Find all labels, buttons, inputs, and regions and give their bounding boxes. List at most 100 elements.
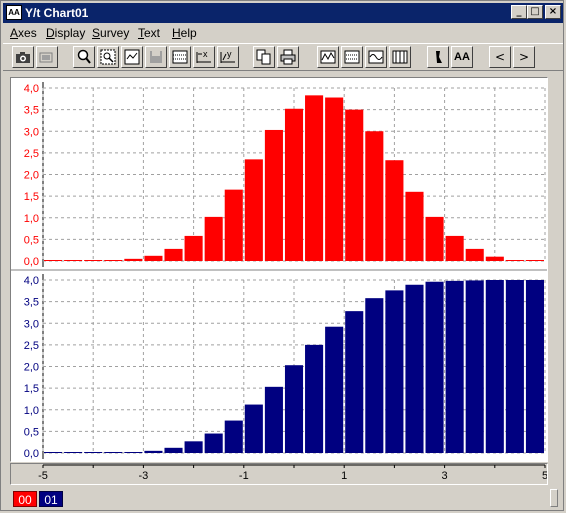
chart-b-button[interactable] — [341, 46, 363, 68]
svg-text:y: y — [227, 49, 232, 59]
x-scale-icon: x — [196, 49, 211, 63]
top-bar — [224, 189, 243, 261]
menu-bar: Axes Display Survey Text Help — [3, 24, 563, 42]
menu-survey[interactable]: Survey — [92, 26, 129, 40]
bottom-y-tick-label: 1,0 — [24, 405, 39, 417]
bottom-bar — [345, 311, 364, 453]
x-tick-label: -5 — [38, 470, 48, 482]
bottom-y-tick-label: 2,5 — [24, 340, 39, 352]
top-bar — [345, 109, 364, 261]
top-y-tick-label: 1,5 — [24, 191, 39, 203]
maximize-button[interactable]: □ — [527, 5, 543, 19]
bottom-bar — [84, 452, 103, 453]
bottom-bar — [284, 365, 304, 453]
bottom-bar — [104, 452, 123, 453]
chart-a-icon — [320, 50, 336, 64]
menu-help[interactable]: Help — [172, 26, 197, 40]
bottom-y-tick-label: 2,0 — [24, 362, 39, 374]
close-button[interactable]: × — [545, 5, 561, 19]
bottom-y-tick-label: 0,5 — [24, 426, 39, 438]
top-bar — [104, 260, 123, 261]
bottom-bar — [44, 452, 63, 453]
top-bar — [445, 235, 464, 261]
top-bar — [325, 97, 344, 261]
bottom-bar — [425, 281, 444, 453]
save-button[interactable] — [145, 46, 167, 68]
top-bar — [284, 108, 304, 261]
top-y-tick-label: 2,5 — [24, 148, 39, 160]
top-bar — [385, 160, 404, 261]
minimize-button[interactable]: _ — [511, 5, 527, 19]
chart-area[interactable]: 0,0 0,5 1,0 1,5 2,0 2,5 3,0 3,5 4,0 0,0 0,5 1,0 1,5 2… — [10, 77, 548, 462]
prev-button[interactable]: < — [489, 46, 511, 68]
print-icon — [280, 49, 296, 65]
x-tick-label: -3 — [139, 470, 149, 482]
zoom-area-icon — [100, 49, 116, 65]
print-button[interactable] — [277, 46, 299, 68]
zoom-fit-icon — [124, 49, 140, 65]
y-scale-button[interactable]: y — [217, 46, 239, 68]
bottom-bar — [64, 452, 83, 453]
top-bar — [144, 255, 163, 261]
bottom-y-tick-label: 3,5 — [24, 297, 39, 309]
app-icon[interactable]: AA — [6, 5, 22, 20]
zoom-button[interactable] — [73, 46, 95, 68]
bottom-y-tick-label: 4,0 — [24, 275, 39, 287]
bottom-bar — [264, 386, 283, 453]
top-y-tick-label: 3,0 — [24, 126, 39, 138]
bottom-bar — [505, 280, 524, 453]
bottom-bar — [244, 404, 263, 453]
x-tick-label: 5 — [542, 470, 547, 482]
toolbar: x y AA < > — [3, 43, 563, 71]
y-scale-icon: y — [220, 49, 235, 63]
chart-d-button[interactable] — [389, 46, 411, 68]
top-y-tick-label: 1,0 — [24, 213, 39, 225]
chart-b-icon — [344, 50, 360, 64]
copy-icon — [256, 49, 271, 65]
menu-text[interactable]: Text — [138, 26, 160, 40]
next-button[interactable]: > — [513, 46, 535, 68]
chart-a-button[interactable] — [317, 46, 339, 68]
channel-01-button[interactable]: 01 — [39, 491, 63, 507]
top-y-tick-label: 4,0 — [24, 83, 39, 95]
bottom-bar — [204, 433, 223, 453]
cursor-button[interactable] — [427, 46, 449, 68]
bottom-y-tick-label: 3,0 — [24, 318, 39, 330]
camera-button[interactable] — [12, 46, 34, 68]
menu-axes[interactable]: Axes — [10, 26, 37, 40]
top-bar — [505, 260, 524, 261]
top-bar — [84, 260, 103, 261]
top-bar — [485, 256, 504, 261]
disk-icon — [150, 51, 162, 63]
svg-text:x: x — [203, 49, 208, 59]
chart-c-button[interactable] — [365, 46, 387, 68]
camera-disabled-button[interactable] — [36, 46, 58, 68]
window-title: Y/t Chart01 — [25, 6, 89, 20]
top-bar — [525, 260, 544, 261]
camera-disabled-icon — [39, 52, 53, 63]
prev-icon: < — [494, 50, 506, 64]
zoom-fit-button[interactable] — [121, 46, 143, 68]
chart-window: AA Y/t Chart01 _ □ × Axes Display Survey… — [0, 0, 564, 511]
x-scale-button[interactable]: x — [193, 46, 215, 68]
title-bar[interactable]: AA Y/t Chart01 _ □ × — [3, 3, 563, 23]
top-bar — [44, 260, 63, 261]
copy-button[interactable] — [253, 46, 275, 68]
bottom-bar — [525, 280, 544, 453]
x-tick-label: -1 — [239, 470, 249, 482]
zoom-icon — [77, 49, 91, 64]
menu-display[interactable]: Display — [46, 26, 85, 40]
x-axis-strip: -5 -3 -1 1 3 5 — [10, 463, 548, 485]
bottom-bar — [465, 280, 484, 453]
top-bar — [64, 260, 83, 261]
grid-button[interactable] — [169, 46, 191, 68]
bottom-y-tick-label: 0,0 — [24, 448, 39, 460]
channel-00-button[interactable]: 00 — [13, 491, 37, 507]
bottom-bar — [445, 280, 464, 453]
status-bar: 00 01 — [10, 489, 558, 509]
chart-c-icon — [368, 50, 384, 64]
resize-grip[interactable] — [550, 489, 558, 507]
chart-d-icon — [392, 50, 408, 64]
zoom-area-button[interactable] — [97, 46, 119, 68]
font-size-button[interactable]: AA — [451, 46, 473, 68]
